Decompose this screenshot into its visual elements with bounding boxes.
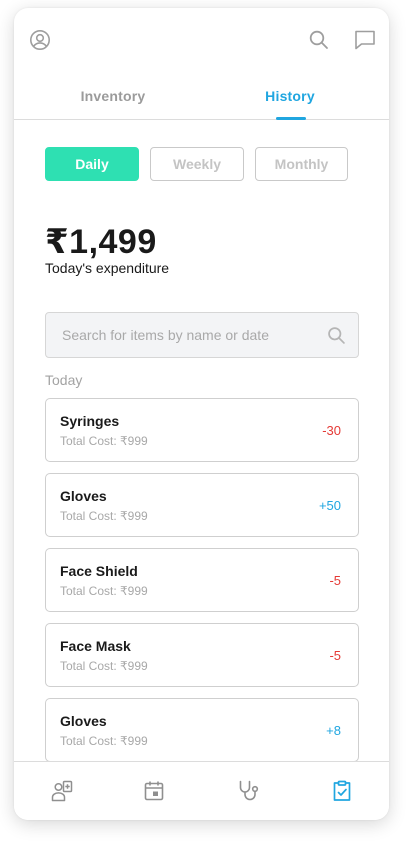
app-screen: Inventory History Daily Weekly Monthly ₹… — [14, 8, 389, 820]
list-item[interactable]: Gloves Total Cost: ₹999 +50 — [45, 473, 359, 537]
tab-history[interactable]: History — [210, 88, 370, 104]
item-change: -5 — [329, 573, 341, 588]
section-label-today: Today — [45, 372, 83, 388]
tab-inventory[interactable]: Inventory — [33, 88, 193, 104]
item-change: +50 — [318, 498, 341, 513]
search-input[interactable] — [62, 313, 322, 357]
chat-icon[interactable] — [353, 28, 377, 52]
item-cost: Total Cost: ₹999 — [60, 659, 148, 673]
item-cost: Total Cost: ₹999 — [60, 584, 148, 598]
user-circle-icon[interactable] — [28, 28, 52, 52]
item-cost: Total Cost: ₹999 — [60, 434, 148, 448]
search-icon[interactable] — [307, 28, 331, 52]
weekly-filter-button[interactable]: Weekly — [150, 147, 244, 181]
view-tabs: Inventory History — [14, 70, 389, 120]
active-tab-indicator — [276, 117, 306, 120]
daily-filter-button[interactable]: Daily — [45, 147, 139, 181]
bottom-navigation — [14, 761, 389, 820]
stethoscope-icon[interactable] — [236, 779, 260, 803]
doctor-id-icon[interactable] — [50, 779, 74, 803]
item-name: Syringes — [60, 413, 120, 429]
item-name: Face Shield — [60, 563, 138, 579]
item-name: Gloves — [60, 713, 107, 729]
expenditure-amount: ₹1,499 — [45, 223, 157, 261]
item-name: Gloves — [60, 488, 107, 504]
list-item[interactable]: Gloves Total Cost: ₹999 +8 — [45, 698, 359, 761]
monthly-filter-button[interactable]: Monthly — [255, 147, 348, 181]
list-item[interactable]: Face Mask Total Cost: ₹999 -5 — [45, 623, 359, 687]
item-change: +8 — [326, 723, 341, 738]
clipboard-check-icon[interactable] — [330, 779, 354, 803]
item-cost: Total Cost: ₹999 — [60, 509, 148, 523]
item-name: Face Mask — [60, 638, 131, 654]
search-bar — [45, 312, 359, 358]
item-change: -5 — [329, 648, 341, 663]
list-item[interactable]: Syringes Total Cost: ₹999 -30 — [45, 398, 359, 462]
history-list: Syringes Total Cost: ₹999 -30 Gloves Tot… — [45, 398, 359, 761]
expenditure-label: Today's expenditure — [45, 260, 170, 276]
list-item[interactable]: Face Shield Total Cost: ₹999 -5 — [45, 548, 359, 612]
item-change: -30 — [322, 423, 341, 438]
top-bar — [14, 8, 389, 70]
calendar-icon[interactable] — [142, 779, 166, 803]
search-icon[interactable] — [326, 325, 347, 346]
item-cost: Total Cost: ₹999 — [60, 734, 148, 748]
